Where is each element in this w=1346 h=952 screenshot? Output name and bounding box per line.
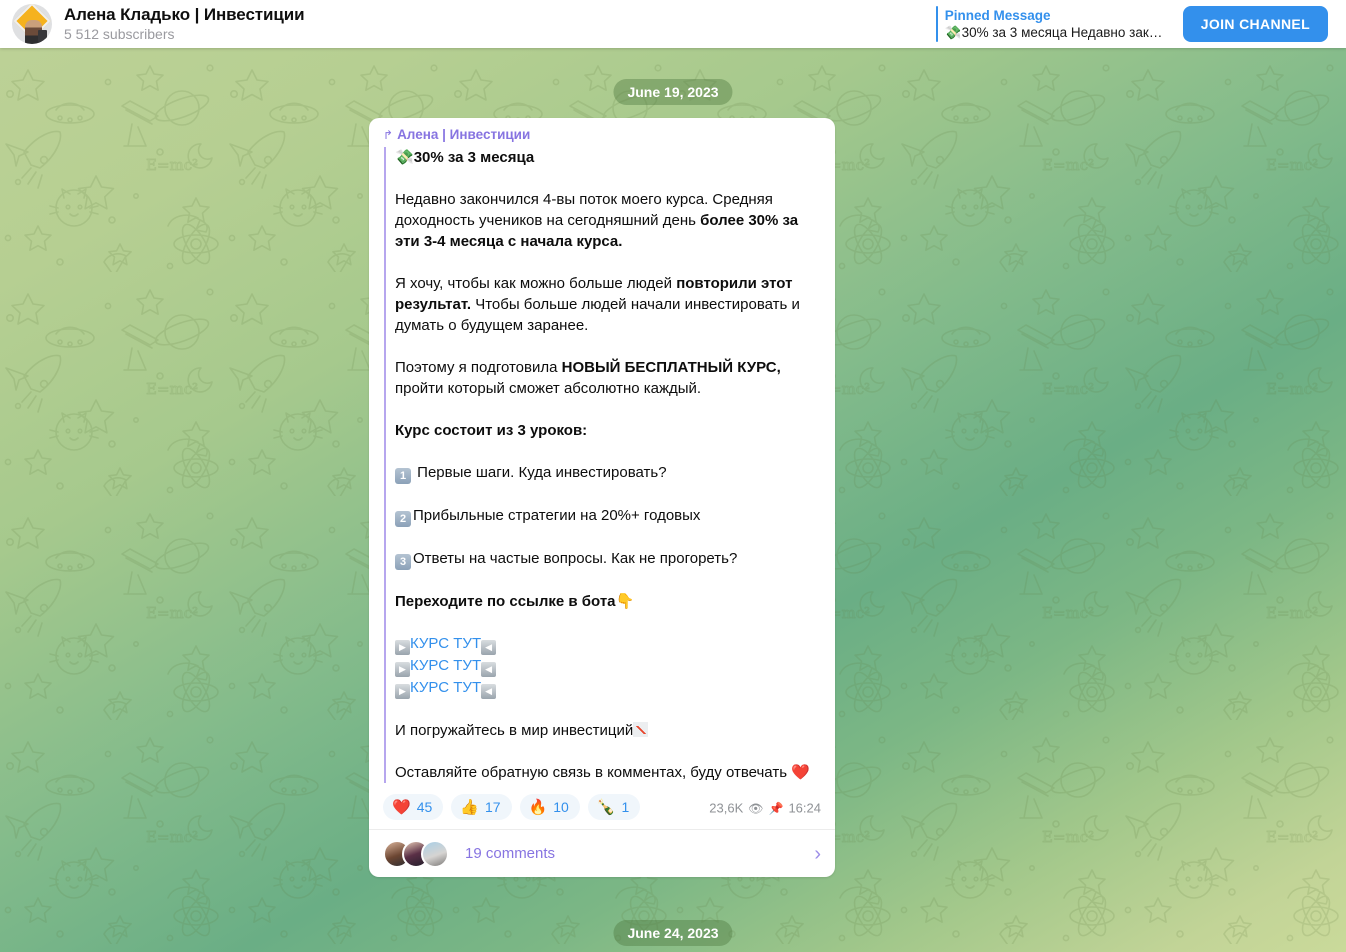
course-link-row-1[interactable]: ▶ КУРС ТУТ ◀ [395,633,821,655]
paragraph-5-cta: Переходите по ссылке в бота👇 [395,591,821,612]
message-time: 16:24 [788,800,821,816]
channel-meta: Алена Кладько | Инвестиции 5 512 subscri… [64,5,305,43]
pin-icon: 📌 [768,801,784,815]
message-title-line: 💸30% за 3 месяца [395,147,821,168]
lesson-item-3: 3 Ответы на частые вопросы. Как не прогор… [395,548,821,570]
arrow-right-icon: ▶ [395,662,410,677]
forwarded-from-header[interactable]: ↱ Алена | Инвестиции [383,126,821,144]
reaction-heart[interactable]: ❤️ 45 [383,794,444,820]
course-link-1[interactable]: КУРС ТУТ [410,635,481,652]
reaction-thumbs-up[interactable]: 👍 17 [451,794,512,820]
comments-bar[interactable]: 19 comments › [369,829,835,877]
reaction-fire-count: 10 [553,799,569,815]
join-channel-button[interactable]: JOIN CHANNEL [1182,6,1328,42]
reaction-heart-count: 45 [416,799,433,815]
view-count: 23,6K [709,800,744,816]
red-heart-icon: ❤️ [791,763,810,781]
pinned-message[interactable]: Pinned Message 💸30% за 3 месяца Недавно … [935,6,1169,42]
reactions-row: ❤️ 45 👍 17 🔥 10 🍾 1 23,6K 👁 📌 16:24 [369,787,835,829]
paragraph-3-normal-b: пройти который сможет абсолютно каждый. [395,380,702,397]
pinned-message-preview: 💸30% за 3 месяца Недавно закон… [944,25,1169,40]
reaction-fire[interactable]: 🔥 10 [519,794,580,820]
pointing-down-icon: 👇 [615,592,635,610]
telegram-channel-page: Алена Кладько | Инвестиции 5 512 subscri… [0,0,1346,952]
paragraph-6: И погружайтесь в мир инвестиций [395,720,821,741]
header-right-group: Pinned Message 💸30% за 3 месяца Недавно … [935,0,1346,48]
paragraph-2: Я хочу, чтобы как можно больше людей пов… [395,273,821,336]
paragraph-7: Оставляйте обратную связь в комментах, б… [395,762,821,783]
arrow-left-icon: ◀ [481,640,497,655]
money-wings-icon: 💸 [395,148,414,166]
keycap-3-icon: 3 [395,554,411,570]
keycap-1-icon: 1 [395,468,411,484]
paragraph-3-bold: НОВЫЙ БЕСПЛАТНЫЙ КУРС, [561,359,781,376]
channel-header: Алена Кладько | Инвестиции 5 512 subscri… [0,0,1346,48]
channel-avatar[interactable] [12,4,52,44]
paragraph-5-text: Переходите по ссылке в бота [395,593,616,610]
paragraph-6-text: И погружайтесь в мир инвестиций [395,722,634,739]
thumbs-up-icon: 👍 [460,797,479,816]
message-body: 💸30% за 3 месяца Недавно закончился 4-вы… [384,147,821,783]
reaction-thumbs-up-count: 17 [484,799,501,815]
arrow-left-icon: ◀ [481,662,497,677]
channel-message[interactable]: ↱ Алена | Инвестиции 💸30% за 3 месяца Не… [369,118,835,877]
arrow-right-icon: ▶ [395,640,410,655]
arrow-right-icon: ▶ [395,684,410,699]
course-link-3[interactable]: КУРС ТУТ [410,679,481,696]
commenter-avatars [383,839,449,868]
lesson-1-text: Первые шаги. Куда инвестировать? [413,464,667,481]
eye-icon: 👁 [748,801,764,815]
message-title: 30% за 3 месяца [413,149,535,166]
paragraph-3-normal-a: Поэтому я подготовила [395,359,562,376]
chart-increasing-icon [633,722,649,737]
arrow-left-icon: ◀ [481,684,497,699]
channel-info[interactable]: Алена Кладько | Инвестиции 5 512 subscri… [0,4,305,44]
paragraph-3: Поэтому я подготовила НОВЫЙ БЕСПЛАТНЫЙ К… [395,357,821,399]
date-badge-top: June 19, 2023 [613,79,733,105]
reaction-champagne[interactable]: 🍾 1 [587,794,641,820]
chevron-right-icon: › [814,842,821,865]
lesson-3-text: Ответы на частые вопросы. Как не прогоре… [413,550,738,567]
paragraph-1: Недавно закончился 4-вы поток моего курс… [395,189,821,252]
fire-icon: 🔥 [528,797,548,816]
message-meta: 23,6K 👁 📌 16:24 [709,801,821,816]
message-content: ↱ Алена | Инвестиции 💸30% за 3 месяца Не… [369,118,835,787]
course-link-2[interactable]: КУРС ТУТ [410,657,481,674]
pinned-texts: Pinned Message 💸30% за 3 месяца Недавно … [945,6,1169,42]
course-link-row-2[interactable]: ▶ КУРС ТУТ ◀ [395,655,821,677]
lesson-2-text: Прибыльные стратегии на 20%+ годовых [413,507,701,524]
lesson-item-2: 2 Прибыльные стратегии на 20%+ годовых [395,505,821,527]
forward-arrow-icon: ↱ [383,128,394,142]
channel-title: Алена Кладько | Инвестиции [64,5,305,24]
forward-source-name: Алена | Инвестиции [397,127,531,142]
champagne-icon: 🍾 [596,797,616,816]
avatar-bag-shape [38,30,47,42]
commenter-avatar [421,839,449,868]
channel-subscribers: 5 512 subscribers [64,26,175,42]
paragraph-2-normal-a: Я хочу, чтобы как можно больше людей [395,275,677,292]
paragraph-7-text: Оставляйте обратную связь в комментах, б… [395,764,788,781]
chat-area: E=mc² June 19, 2023 June 24, 2023 [0,48,1346,952]
heart-icon: ❤️ [392,797,411,816]
paragraph-4-lessons-intro: Курс состоит из 3 уроков: [395,422,588,439]
reaction-champagne-count: 1 [621,799,630,815]
date-badge-bottom: June 24, 2023 [613,920,733,946]
course-link-row-3[interactable]: ▶ КУРС ТУТ ◀ [395,677,821,699]
pinned-message-label: Pinned Message [944,8,1051,23]
comments-count-label: 19 comments [465,845,556,862]
keycap-2-icon: 2 [395,511,411,527]
pinned-accent-bar [935,6,938,42]
lesson-item-1: 1 Первые шаги. Куда инвестировать? [395,462,821,484]
